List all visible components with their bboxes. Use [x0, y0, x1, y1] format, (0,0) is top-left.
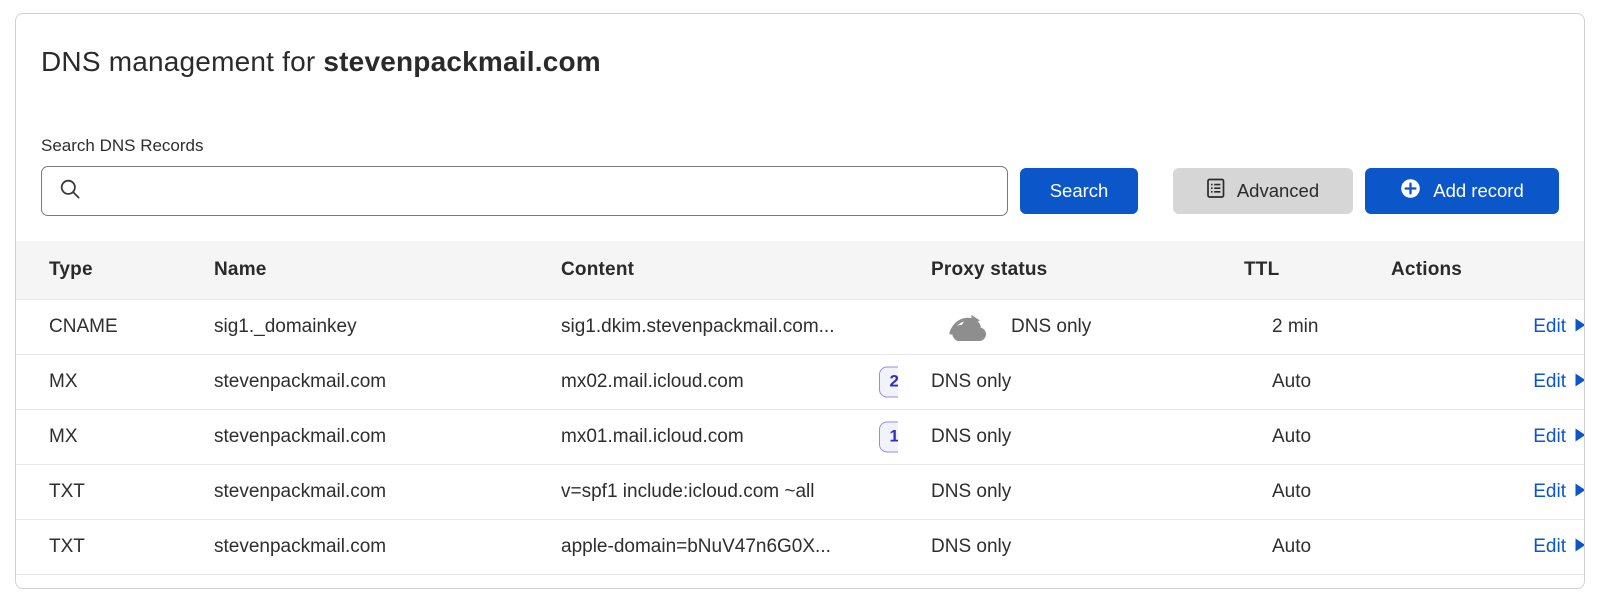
edit-record-link[interactable]: Edit [1533, 316, 1585, 338]
record-type: MX [16, 409, 181, 464]
caret-right-icon [1566, 481, 1585, 503]
caret-right-icon [1566, 426, 1585, 448]
record-content: apple-domain=bNuV47n6G0X... [528, 519, 898, 574]
record-type: TXT [16, 519, 181, 574]
advanced-button[interactable]: Advanced [1173, 168, 1353, 214]
search-dns-records-label: Search DNS Records [41, 135, 1559, 156]
edit-record-link[interactable]: Edit [1533, 426, 1585, 448]
caret-right-icon [1566, 316, 1585, 338]
list-document-icon [1207, 178, 1237, 204]
record-proxy-status: DNS only [898, 409, 1211, 464]
page-title-domain: stevenpackmail.com [323, 46, 601, 77]
dns-records-table: Type Name Content Proxy status TTL Actio… [16, 241, 1585, 575]
table-row: TXT stevenpackmail.com apple-domain=bNuV… [16, 519, 1585, 574]
caret-right-icon [1566, 536, 1585, 558]
record-name: stevenpackmail.com [181, 519, 528, 574]
record-ttl: Auto [1211, 354, 1358, 409]
dns-management-panel: DNS management for stevenpackmail.com Se… [15, 13, 1585, 589]
column-header-content: Content [528, 241, 898, 299]
record-type: TXT [16, 464, 181, 519]
record-name: stevenpackmail.com [181, 464, 528, 519]
column-header-proxy-status: Proxy status [898, 241, 1211, 299]
search-input[interactable] [91, 181, 993, 202]
table-row: MX stevenpackmail.com mx01.mail.icloud.c… [16, 409, 1585, 464]
record-content: sig1.dkim.stevenpackmail.com... [528, 299, 898, 354]
table-header-row: Type Name Content Proxy status TTL Actio… [16, 241, 1585, 299]
add-record-button[interactable]: Add record [1365, 168, 1559, 214]
record-name: sig1._domainkey [181, 299, 528, 354]
mx-priority-badge: 10 [879, 421, 898, 452]
record-name: stevenpackmail.com [181, 409, 528, 464]
record-proxy-status: DNS only [898, 299, 1211, 354]
column-header-name: Name [181, 241, 528, 299]
record-name: stevenpackmail.com [181, 354, 528, 409]
record-proxy-status: DNS only [898, 519, 1211, 574]
search-box[interactable] [41, 166, 1008, 216]
page-title-prefix: DNS management for [41, 46, 323, 77]
mx-priority-badge: 20 [879, 366, 898, 397]
record-type: CNAME [16, 299, 181, 354]
table-row: CNAME sig1._domainkey sig1.dkim.stevenpa… [16, 299, 1585, 354]
search-button[interactable]: Search [1020, 168, 1138, 214]
plus-circle-icon [1400, 178, 1433, 204]
table-row: MX stevenpackmail.com mx02.mail.icloud.c… [16, 354, 1585, 409]
edit-record-link[interactable]: Edit [1533, 481, 1585, 503]
edit-record-link[interactable]: Edit [1533, 536, 1585, 558]
caret-right-icon [1566, 371, 1585, 393]
page-title: DNS management for stevenpackmail.com [41, 45, 1559, 79]
record-proxy-status: DNS only [898, 354, 1211, 409]
dns-only-cloud-icon [945, 312, 991, 342]
record-type: MX [16, 354, 181, 409]
search-toolbar: Search Advanced Add record [41, 166, 1559, 216]
record-content: mx02.mail.icloud.com20 [528, 354, 898, 409]
search-icon [59, 178, 81, 205]
column-header-ttl: TTL [1211, 241, 1358, 299]
record-ttl: Auto [1211, 464, 1358, 519]
record-ttl: 2 min [1211, 299, 1358, 354]
table-row: TXT stevenpackmail.com v=spf1 include:ic… [16, 464, 1585, 519]
record-ttl: Auto [1211, 409, 1358, 464]
record-proxy-status: DNS only [898, 464, 1211, 519]
record-content: mx01.mail.icloud.com10 [528, 409, 898, 464]
record-content: v=spf1 include:icloud.com ~all [528, 464, 898, 519]
column-header-type: Type [16, 241, 181, 299]
column-header-actions: Actions [1358, 241, 1585, 299]
record-ttl: Auto [1211, 519, 1358, 574]
edit-record-link[interactable]: Edit [1533, 371, 1585, 393]
